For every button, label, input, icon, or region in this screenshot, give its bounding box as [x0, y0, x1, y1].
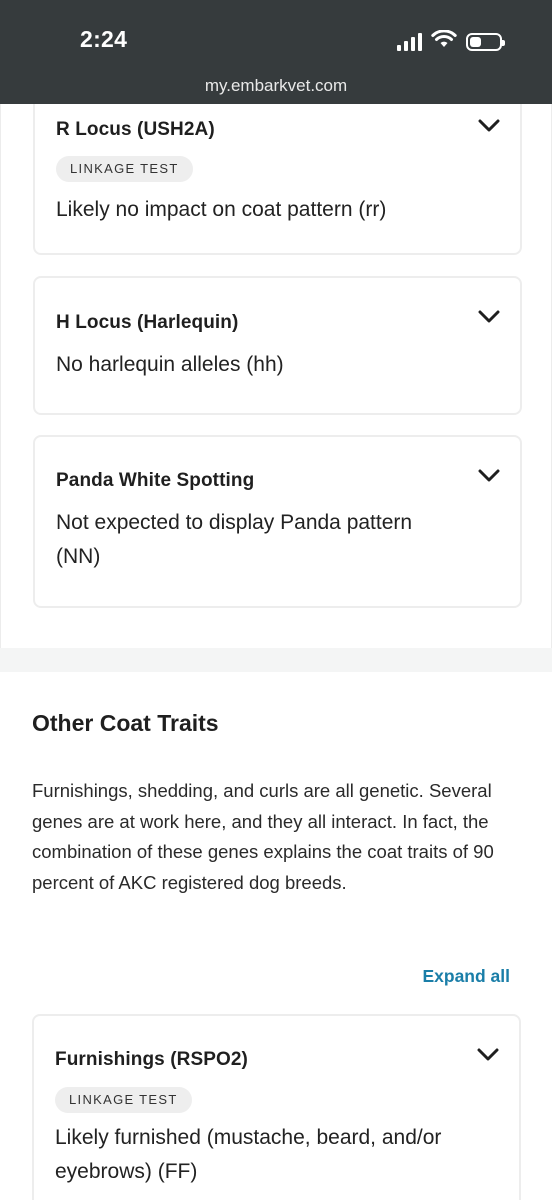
page-content: R Locus (USH2A) LINKAGE TEST Likely no i… [0, 104, 552, 1200]
linkage-test-badge: LINKAGE TEST [56, 156, 193, 182]
status-icons [397, 29, 505, 53]
trait-card-result: No harlequin alleles (hh) [56, 353, 284, 376]
trait-card-title: H Locus (Harlequin) [56, 312, 239, 333]
chevron-down-icon[interactable] [477, 1048, 499, 1064]
coat-pattern-section: R Locus (USH2A) LINKAGE TEST Likely no i… [0, 104, 552, 648]
section-description: Furnishings, shedding, and curls are all… [32, 780, 494, 893]
linkage-test-badge: LINKAGE TEST [55, 1087, 192, 1113]
chevron-down-icon[interactable] [478, 119, 500, 135]
expand-all-link[interactable]: Expand all [422, 966, 510, 987]
section-title: Other Coat Traits [32, 710, 219, 736]
wifi-icon [431, 29, 457, 53]
trait-card-r-locus[interactable]: R Locus (USH2A) LINKAGE TEST Likely no i… [33, 104, 522, 255]
trait-card-result: Not expected to display Panda pattern (N… [56, 511, 413, 568]
trait-card-result: Likely furnished (mustache, beard, and/o… [55, 1126, 442, 1183]
trait-card-title: R Locus (USH2A) [56, 119, 215, 140]
trait-card-h-locus[interactable]: H Locus (Harlequin) No harlequin alleles… [33, 276, 522, 415]
url-bar[interactable]: my.embarkvet.com [0, 76, 552, 96]
trait-card-title: Furnishings (RSPO2) [55, 1049, 248, 1070]
trait-card-result: Likely no impact on coat pattern (rr) [56, 198, 387, 221]
chevron-down-icon[interactable] [478, 469, 500, 485]
section-divider [0, 648, 552, 672]
status-time: 2:24 [80, 26, 128, 52]
browser-chrome: 2:24 my.embarkvet.com [0, 0, 552, 104]
cellular-signal-icon [397, 32, 422, 51]
chevron-down-icon[interactable] [478, 310, 500, 326]
trait-card-title: Panda White Spotting [56, 470, 255, 491]
trait-card-furnishings[interactable]: Furnishings (RSPO2) LINKAGE TEST Likely … [32, 1014, 521, 1200]
trait-card-panda-white-spotting[interactable]: Panda White Spotting Not expected to dis… [33, 435, 522, 608]
battery-icon [466, 32, 505, 51]
